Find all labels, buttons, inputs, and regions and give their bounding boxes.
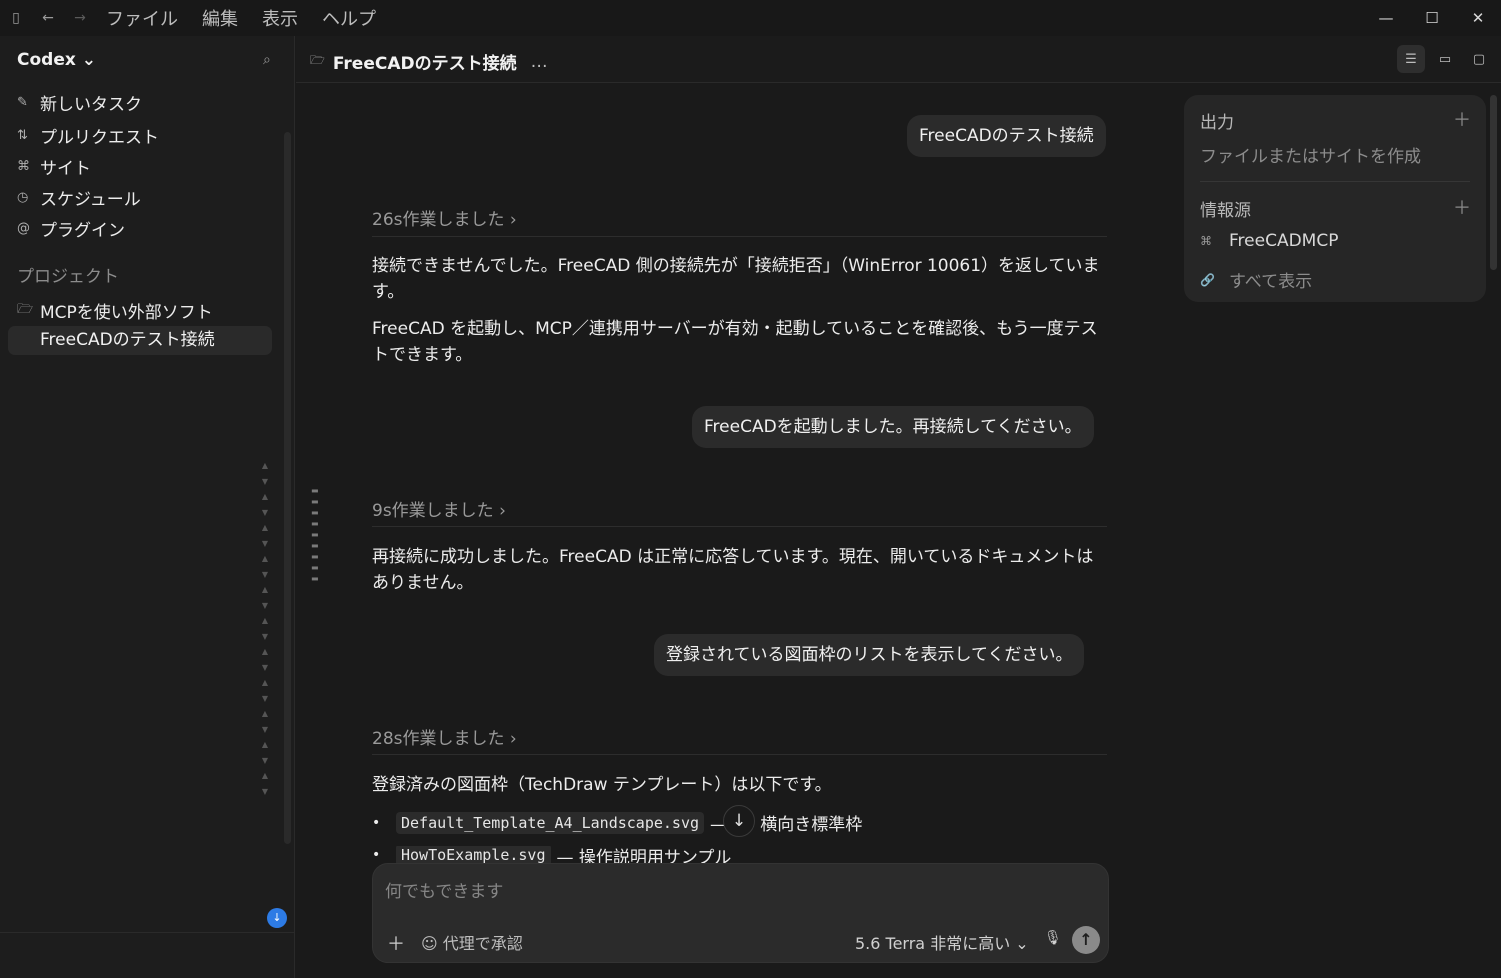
sidebar-divider: [0, 932, 295, 933]
sidebar-item-label: 新しいタスク: [40, 95, 142, 115]
microphone-icon[interactable]: 🎙: [1044, 930, 1062, 946]
project-label: MCPを使い外部ソフト: [40, 303, 213, 323]
assistant-message: 登録済みの図面枠（TechDraw テンプレート）は以下です。: [372, 775, 832, 795]
chat-title: 🗁 FreeCADのテスト接続 …: [310, 49, 548, 75]
prompt-input[interactable]: 何でもできます: [385, 877, 503, 902]
divider: [1200, 181, 1470, 182]
menu-edit[interactable]: 編集: [202, 5, 238, 31]
sidebar-scrollbar[interactable]: [284, 132, 291, 844]
assistant-message: FreeCAD を起動し、MCP／連携用サーバーが有効・起動していることを確認後…: [372, 319, 1098, 365]
search-icon[interactable]: ⌕: [263, 52, 271, 68]
mcp-icon: ⌘: [1200, 234, 1212, 248]
work-summary-toggle[interactable]: 9s作業しました ›: [372, 496, 506, 521]
scroll-to-bottom-button[interactable]: ↓: [723, 805, 755, 837]
sidebar-item-new-task[interactable]: ✎ 新しいタスク: [17, 90, 142, 115]
send-button[interactable]: ↑: [1072, 926, 1100, 954]
window-controls: — ☐ ✕: [1363, 0, 1501, 36]
link-icon: 🔗: [1200, 272, 1215, 287]
panel-right-icon[interactable]: ▢: [1465, 45, 1493, 73]
approval-mode-label: 代理で承認: [442, 934, 523, 953]
scroll-markers: ▲ ▼ ▲ ▼ ▲ ▼ ▲ ▼ ▲ ▼ ▲ ▼ ▲ ▼ ▲ ▼ ▲ ▼ ▲ ▼ ▲ ▼: [261, 461, 269, 796]
assistant-message: 再接続に成功しました。FreeCAD は正常に応答しています。現在、開いているド…: [372, 547, 1094, 593]
list-item: • HowToExample.svg — 操作説明用サンプル: [372, 846, 731, 864]
minimap-icon[interactable]: ▬ ▬ ▬ ▬ ▬ ▬ ▬ ▬ ▬: [311, 485, 319, 584]
chat-item-active[interactable]: FreeCADのテスト接続: [8, 326, 272, 355]
schedule-icon: ◷: [17, 190, 29, 205]
user-message: FreeCADのテスト接続: [907, 115, 1106, 157]
sidebar-item-label: プラグイン: [40, 221, 125, 241]
template-description: — 操作説明用サンプル: [556, 847, 732, 865]
sources-heading: 情報源: [1200, 201, 1251, 221]
output-heading: 出力: [1200, 113, 1234, 133]
sidebar-item-sites[interactable]: ⌘ サイト: [17, 154, 91, 179]
output-hint: ファイルまたはサイトを作成: [1200, 147, 1421, 167]
folder-icon: 🗁: [310, 53, 325, 67]
panel-bottom-icon[interactable]: ▭: [1431, 45, 1459, 73]
work-summary-toggle[interactable]: 28s作業しました ›: [372, 724, 517, 749]
sidebar-item-label: スケジュール: [40, 190, 141, 210]
add-source-icon[interactable]: ＋: [1453, 194, 1471, 220]
menu-file[interactable]: ファイル: [106, 5, 178, 31]
model-selector[interactable]: 5.6 Terra 非常に高い ⌄: [855, 930, 1029, 954]
project-item[interactable]: 🗁 MCPを使い外部ソフト: [17, 298, 227, 324]
composer: 何でもできます ＋ ☺ 代理で承認 5.6 Terra 非常に高い ⌄ 🎙 ↑: [372, 863, 1109, 963]
source-label: FreeCADMCP: [1229, 231, 1339, 251]
back-icon[interactable]: ←: [32, 10, 64, 26]
list-view-icon[interactable]: ☰: [1397, 45, 1425, 73]
sidebar-item-label: プルリクエスト: [40, 128, 159, 148]
maximize-icon[interactable]: ☐: [1409, 0, 1455, 36]
menu-help[interactable]: ヘルプ: [322, 5, 376, 31]
approve-icon: ☺: [421, 934, 438, 953]
more-options-icon[interactable]: …: [531, 52, 548, 72]
main-header: 🗁 FreeCADのテスト接続 … ☰ ▭ ▢: [296, 36, 1501, 83]
user-message: FreeCADを起動しました。再接続してください。: [692, 406, 1094, 448]
add-attachment-icon[interactable]: ＋: [387, 930, 405, 956]
projects-heading: プロジェクト: [17, 267, 119, 287]
minimize-icon[interactable]: —: [1363, 0, 1409, 36]
source-item[interactable]: ⌘ FreeCADMCP: [1200, 231, 1338, 251]
plugin-icon: @: [17, 221, 30, 236]
context-panel: 出力 ＋ ファイルまたはサイトを作成 情報源 ＋ ⌘ FreeCADMCP 🔗 …: [1184, 95, 1486, 302]
close-icon[interactable]: ✕: [1455, 0, 1501, 36]
content-scrollbar[interactable]: [1490, 95, 1497, 270]
sidebar-toggle-icon[interactable]: ▯: [0, 10, 32, 26]
work-summary-toggle[interactable]: 26s作業しました ›: [372, 205, 517, 230]
menu-view[interactable]: 表示: [262, 5, 298, 31]
sidebar-item-label: サイト: [40, 159, 91, 179]
new-task-icon: ✎: [17, 95, 28, 110]
menu-bar: ファイル 編集 表示 ヘルプ: [106, 5, 400, 31]
template-filename: HowToExample.svg: [396, 846, 551, 864]
title-bar: ▯ ← → ファイル 編集 表示 ヘルプ — ☐ ✕: [0, 0, 1501, 36]
add-output-icon[interactable]: ＋: [1453, 106, 1471, 132]
sidebar: Codex ⌄ ⌕ ✎ 新しいタスク ⇅ プルリクエスト ⌘ サイト ◷ スケジ…: [0, 36, 295, 978]
template-filename: Default_Template_A4_Landscape.svg: [396, 811, 705, 834]
assistant-message: 接続できませんでした。FreeCAD 側の接続先が「接続拒否」（WinError…: [372, 256, 1100, 302]
show-all-label: すべて表示: [1229, 272, 1313, 292]
divider: [372, 526, 1107, 527]
download-icon[interactable]: ↓: [267, 908, 287, 928]
show-all-link[interactable]: 🔗 すべて表示: [1200, 267, 1312, 292]
forward-icon[interactable]: →: [64, 10, 96, 26]
user-message: 登録されている図面枠のリストを表示してください。: [654, 634, 1085, 676]
app-switcher[interactable]: Codex ⌄: [17, 50, 96, 70]
sidebar-item-pull-requests[interactable]: ⇅ プルリクエスト: [17, 123, 159, 148]
page-title: FreeCADのテスト接続: [332, 54, 517, 74]
approval-mode-button[interactable]: ☺ 代理で承認: [421, 930, 523, 954]
divider: [372, 754, 1107, 755]
sidebar-item-plugins[interactable]: @ プラグイン: [17, 216, 125, 241]
list-item: • Default_Template_A4_Landscape.svg — A4…: [372, 810, 862, 835]
view-toggles: ☰ ▭ ▢: [1391, 45, 1493, 73]
site-icon: ⌘: [17, 159, 30, 174]
divider: [372, 236, 1107, 237]
sidebar-item-schedule[interactable]: ◷ スケジュール: [17, 185, 141, 210]
folder-icon: 🗁: [17, 301, 34, 317]
pull-request-icon: ⇅: [17, 128, 28, 143]
